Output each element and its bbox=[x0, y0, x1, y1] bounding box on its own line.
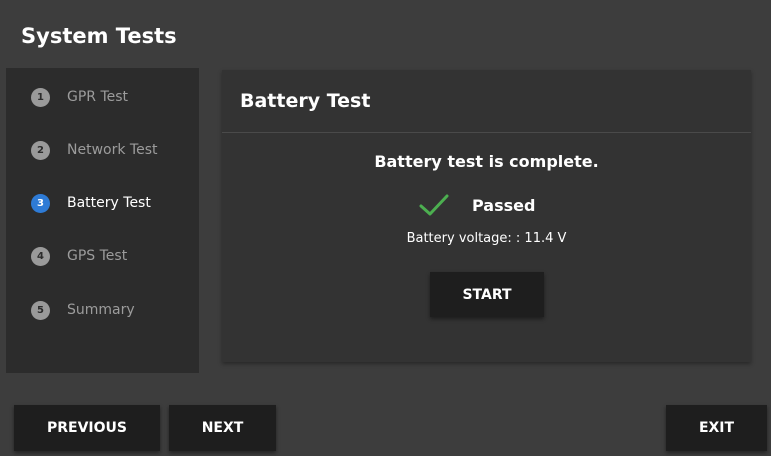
step-label: GPS Test bbox=[67, 248, 128, 264]
step-number-badge: 4 bbox=[31, 246, 50, 266]
step-summary[interactable]: 5 Summary bbox=[6, 290, 199, 330]
result-label: Passed bbox=[472, 195, 536, 215]
step-network-test[interactable]: 2 Network Test bbox=[6, 130, 199, 170]
step-number-badge: 2 bbox=[31, 140, 50, 160]
exit-button[interactable]: EXIT bbox=[666, 405, 767, 451]
next-button[interactable]: NEXT bbox=[169, 405, 276, 451]
step-label: Network Test bbox=[67, 142, 158, 158]
start-button[interactable]: START bbox=[430, 272, 544, 317]
check-icon bbox=[419, 194, 449, 216]
step-gps-test[interactable]: 4 GPS Test bbox=[6, 236, 199, 276]
battery-voltage: Battery voltage: : 11.4 V bbox=[406, 231, 567, 246]
previous-button[interactable]: PREVIOUS bbox=[14, 405, 160, 451]
step-label: Battery Test bbox=[67, 195, 151, 211]
step-number-badge: 1 bbox=[31, 87, 50, 107]
step-label: GPR Test bbox=[67, 89, 129, 105]
status-message: Battery test is complete. bbox=[374, 152, 599, 171]
step-number-badge: 5 bbox=[31, 300, 50, 320]
step-battery-test[interactable]: 3 Battery Test bbox=[6, 183, 199, 223]
result-row: Passed bbox=[418, 192, 535, 218]
step-label: Summary bbox=[67, 302, 135, 318]
steps-sidebar: 1 GPR Test 2 Network Test 3 Battery Test… bbox=[6, 68, 199, 373]
step-number-badge: 3 bbox=[31, 193, 50, 213]
panel-title: Battery Test bbox=[240, 90, 371, 112]
battery-test-panel: Battery Test Battery test is complete. P… bbox=[222, 70, 751, 362]
panel-divider bbox=[222, 132, 751, 133]
app-title: System Tests bbox=[21, 24, 177, 48]
step-gpr-test[interactable]: 1 GPR Test bbox=[6, 77, 199, 117]
